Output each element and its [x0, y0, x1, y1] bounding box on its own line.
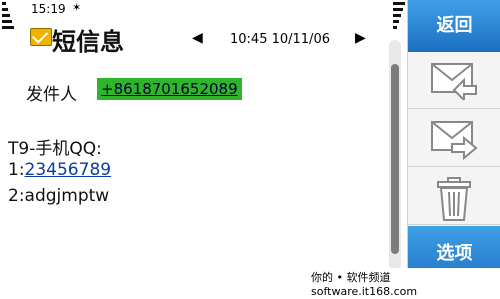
scrollbar-thumb[interactable] — [391, 64, 399, 254]
signal-strength-icon — [2, 2, 14, 50]
message-line-prefix: 1: — [8, 160, 25, 180]
sender-number-link[interactable]: +8618701652089 — [97, 78, 242, 100]
forward-envelope-icon — [431, 121, 478, 161]
trash-icon — [437, 177, 471, 221]
message-header: 短信息 ◀ 10:45 10/11/06 ▶ — [30, 22, 390, 56]
next-message-arrow-icon[interactable]: ▶ — [355, 30, 366, 46]
page-title: 短信息 — [52, 28, 124, 56]
message-line: 1:23456789 — [8, 160, 111, 180]
forward-button[interactable] — [408, 110, 500, 167]
watermark-text: 你的 • 软件频道 software.it168.com — [308, 268, 500, 299]
status-time: 15:19 — [31, 2, 66, 16]
message-line: T9-手机QQ: — [8, 139, 102, 159]
sender-label: 发件人 — [26, 85, 77, 105]
bluetooth-icon: ✶ — [72, 1, 82, 14]
back-button[interactable]: 返回 — [408, 0, 500, 52]
delete-button[interactable] — [408, 168, 500, 225]
previous-message-arrow-icon[interactable]: ◀ — [192, 30, 203, 46]
phone-number-link[interactable]: 23456789 — [25, 160, 112, 180]
reply-envelope-icon — [431, 63, 477, 100]
action-panel: 返回 选项 — [407, 0, 500, 289]
status-bar: 15:19 ✶ — [0, 0, 390, 22]
message-datetime: 10:45 10/11/06 — [230, 32, 330, 47]
reply-button[interactable] — [408, 52, 500, 109]
message-line: 2:adgjmptw — [8, 186, 110, 206]
scrollbar[interactable] — [389, 40, 401, 270]
envelope-icon — [30, 28, 52, 46]
